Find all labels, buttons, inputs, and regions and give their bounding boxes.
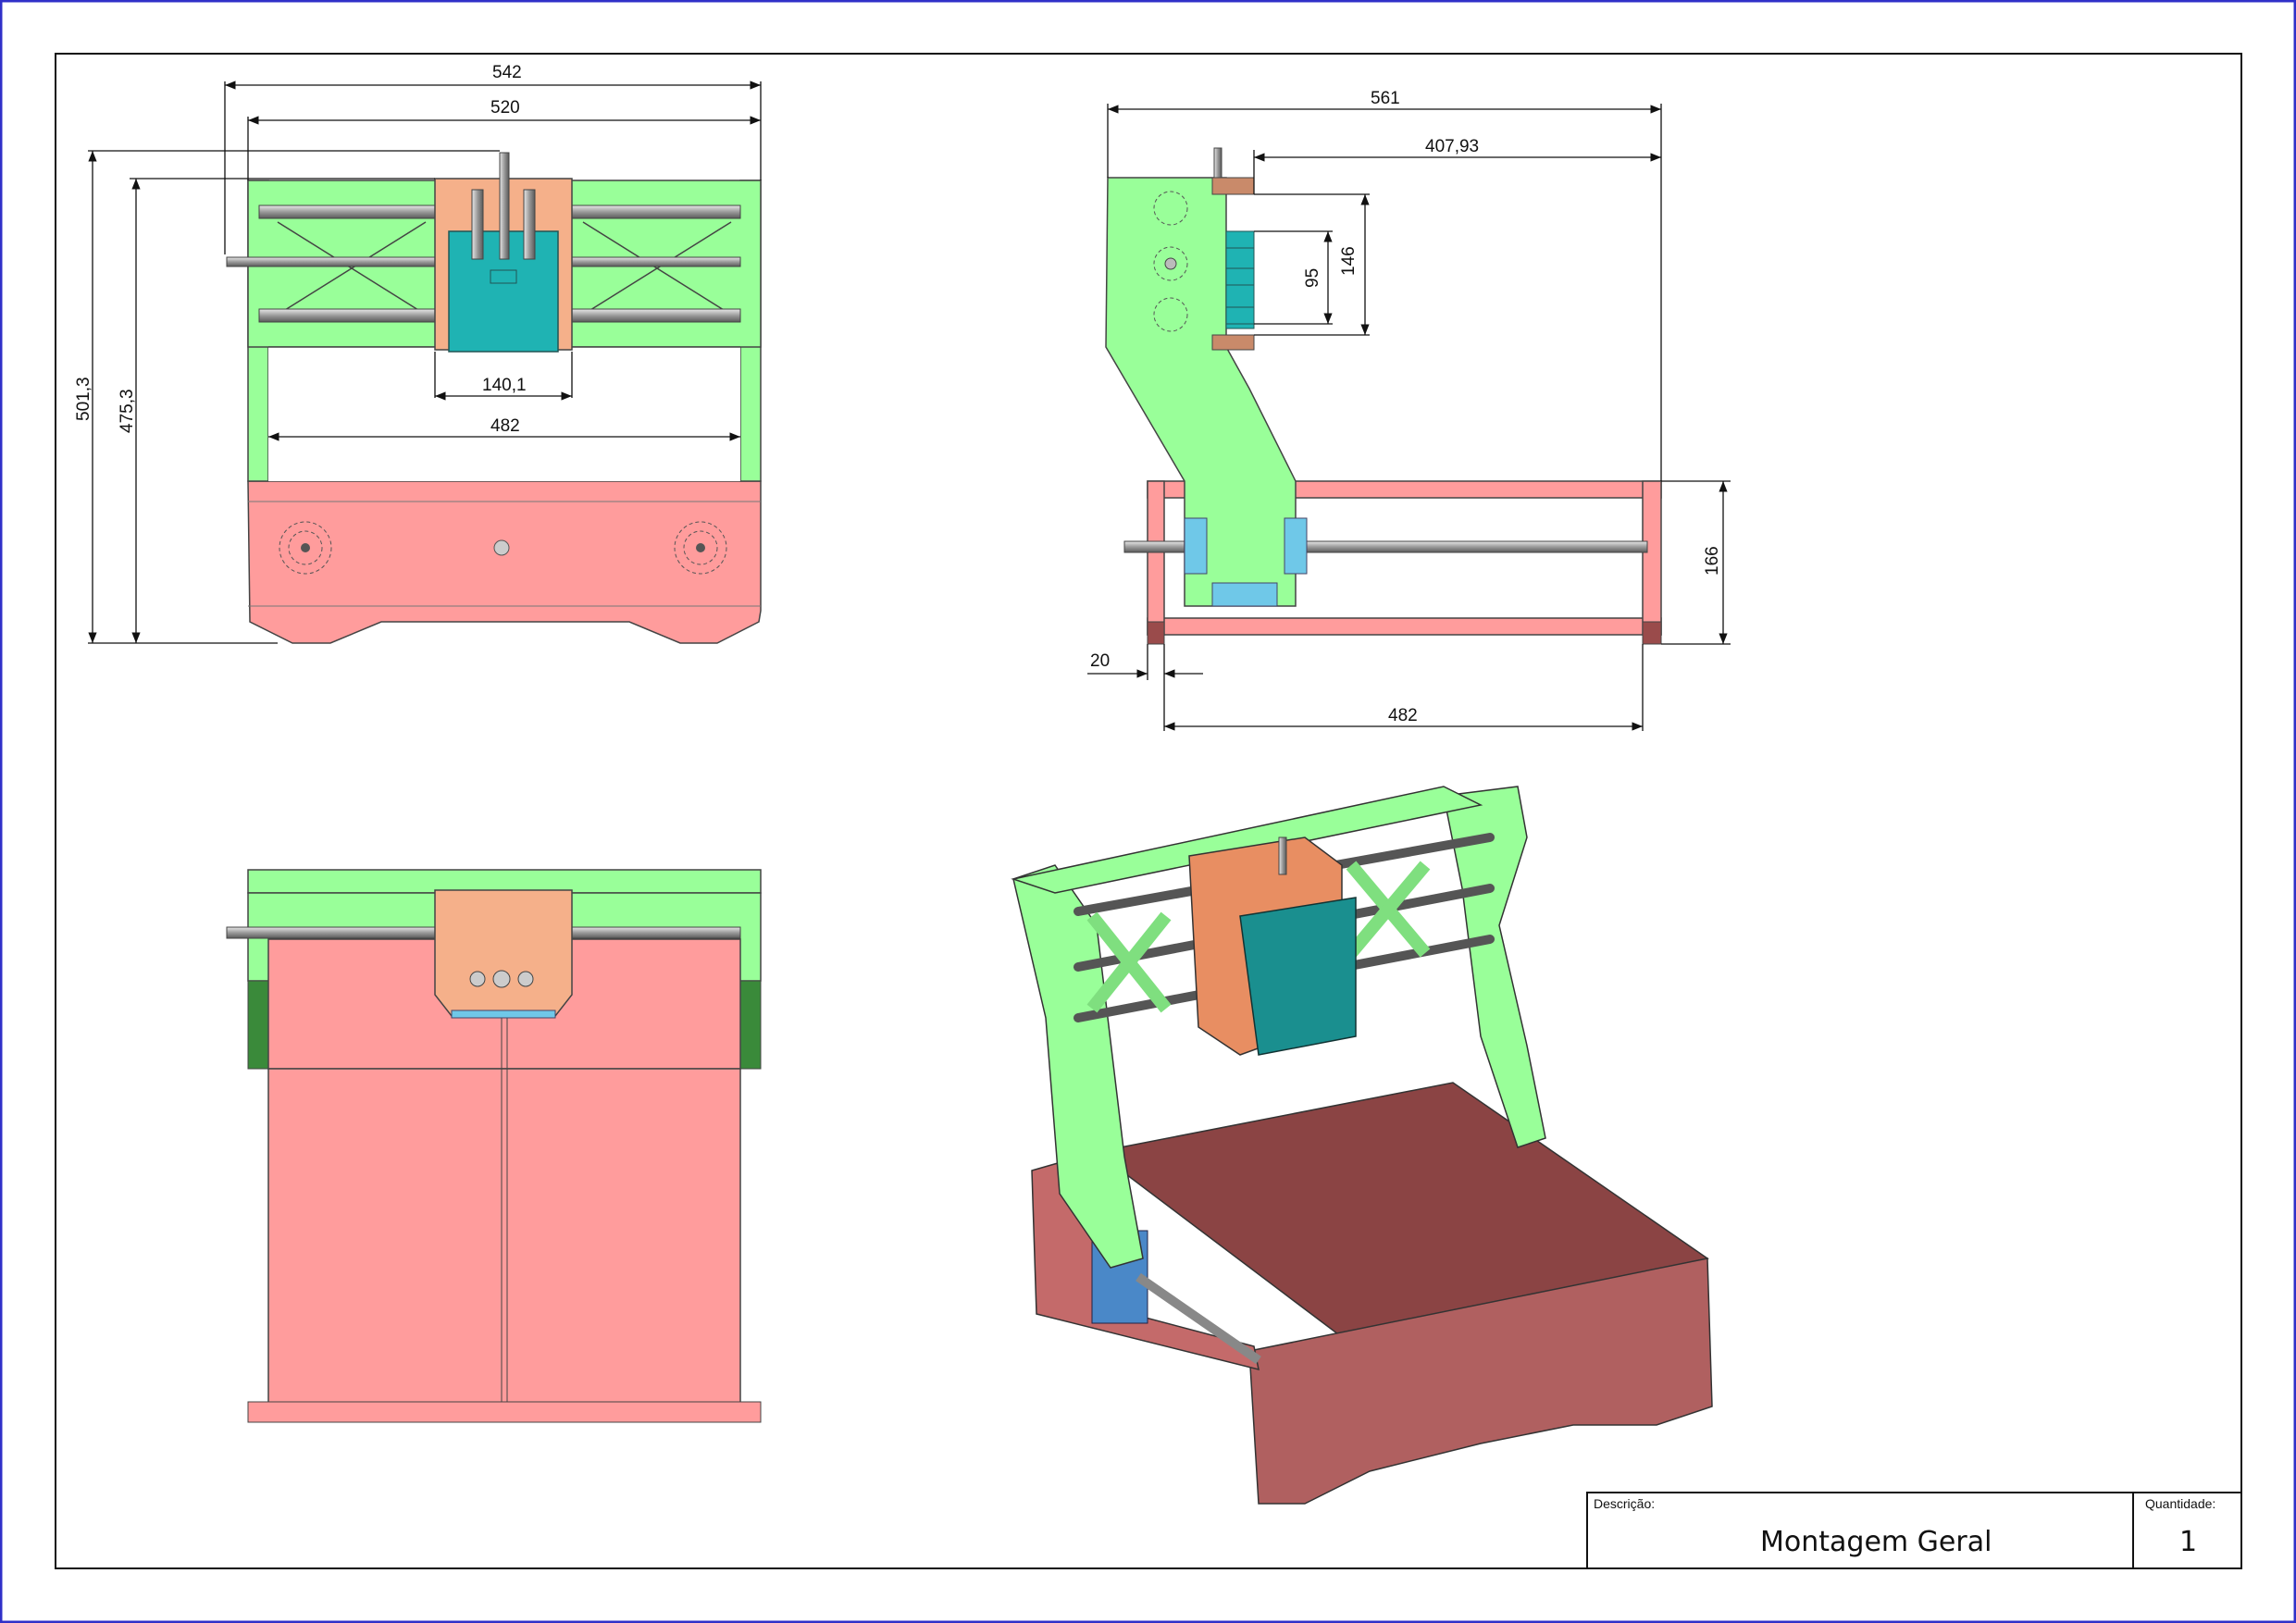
iso-spindle: [1239, 897, 1357, 1056]
dim-520: 520: [490, 98, 520, 118]
dim-146: 146: [1339, 246, 1359, 276]
top-bed: [267, 1068, 741, 1421]
quantity-label: Quantidade:: [2145, 1496, 2215, 1511]
iso-view: [1011, 786, 1713, 1505]
top-side-right: [739, 980, 762, 1070]
dim-482-side: 482: [1388, 706, 1418, 725]
drawing-sheet: 542 520 140,1 482 501,3 475,3 561 407,93…: [0, 0, 2296, 1623]
dim-140-1: 140,1: [482, 376, 527, 395]
front-view: [226, 152, 762, 644]
quantity-value: 1: [2179, 1526, 2197, 1558]
side-view: [1105, 147, 1662, 645]
description-label: Descrição:: [1594, 1496, 1655, 1511]
dim-407-93: 407,93: [1425, 137, 1479, 156]
dim-482-front: 482: [490, 416, 520, 436]
dim-475-3: 475,3: [118, 389, 137, 433]
base-front: [247, 480, 762, 644]
top-view: [226, 869, 762, 1423]
top-side-left: [247, 980, 269, 1070]
top-carriage: [434, 889, 573, 1017]
dim-561: 561: [1371, 89, 1400, 108]
dim-20: 20: [1090, 651, 1110, 671]
dim-542: 542: [492, 63, 522, 82]
z-rod-left: [471, 189, 484, 260]
description-value: Montagem Geral: [1760, 1526, 1992, 1558]
dim-166: 166: [1703, 546, 1722, 576]
z-leadscrew: [499, 152, 510, 260]
z-rod-right: [523, 189, 536, 260]
dim-95: 95: [1303, 268, 1322, 288]
side-base-bottom: [1147, 617, 1662, 636]
dim-501-3: 501,3: [74, 377, 93, 421]
